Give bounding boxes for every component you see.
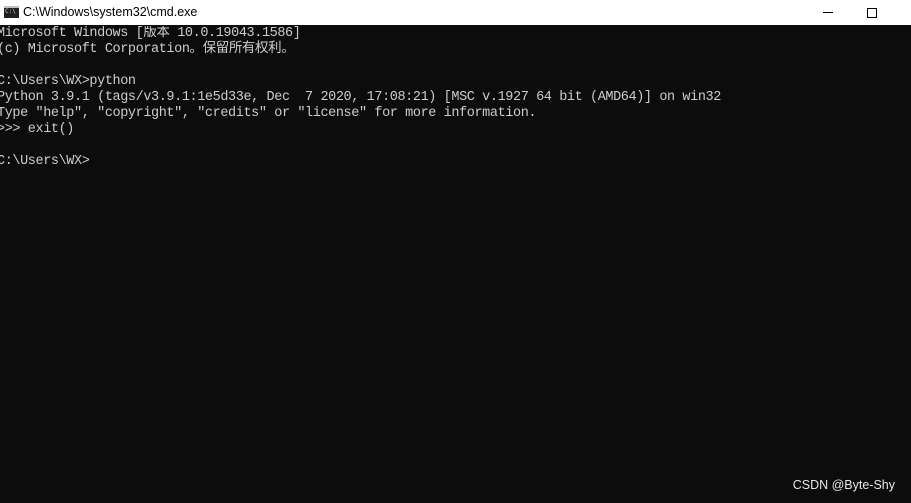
cmd-console-icon[interactable]	[4, 6, 19, 18]
cmd-window: C:\Windows\system32\cmd.exe Microsoft Wi…	[0, 0, 911, 503]
console-line: >>> exit()	[0, 122, 75, 137]
console-line: Microsoft Windows [版本 10.0.19043.1586]	[0, 26, 301, 41]
window-title: C:\Windows\system32\cmd.exe	[23, 5, 198, 19]
console-output[interactable]: Microsoft Windows [版本 10.0.19043.1586] (…	[0, 26, 911, 503]
console-line: Python 3.9.1 (tags/v3.9.1:1e5d33e, Dec 7…	[0, 90, 721, 105]
console-line: C:\Users\WX>python	[0, 74, 136, 89]
maximize-button[interactable]	[849, 0, 895, 25]
console-line: Type "help", "copyright", "credits" or "…	[0, 106, 537, 121]
console-line: (c) Microsoft Corporation。保留所有权利。	[0, 42, 295, 57]
minimize-icon	[823, 12, 833, 13]
title-bar[interactable]: C:\Windows\system32\cmd.exe	[0, 0, 911, 25]
minimize-button[interactable]	[805, 0, 851, 25]
console-prompt-line: C:\Users\WX>	[0, 154, 90, 169]
maximize-icon	[867, 7, 877, 18]
watermark: CSDN @Byte-Shy	[792, 478, 895, 492]
